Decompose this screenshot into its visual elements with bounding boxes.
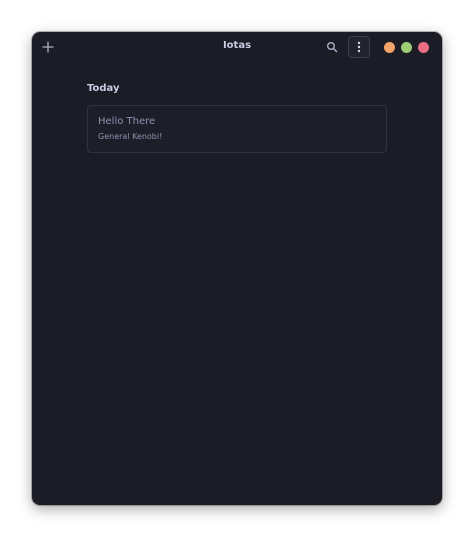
note-title: Hello There <box>98 116 156 127</box>
main-menu-button[interactable] <box>348 36 370 58</box>
close-button[interactable] <box>418 42 429 53</box>
search-button[interactable] <box>322 37 342 57</box>
app-window: Iotas Today Hello There General Kenobi! <box>32 32 442 505</box>
headerbar: Iotas <box>32 32 442 62</box>
window-title: Iotas <box>222 40 252 51</box>
note-preview: General Kenobi! <box>98 132 163 141</box>
section-heading-today: Today <box>87 83 120 94</box>
search-icon <box>327 42 338 53</box>
vertical-ellipsis-icon <box>357 41 361 53</box>
minimize-button[interactable] <box>384 42 395 53</box>
note-card[interactable]: Hello There General Kenobi! <box>87 105 387 153</box>
maximize-button[interactable] <box>401 42 412 53</box>
